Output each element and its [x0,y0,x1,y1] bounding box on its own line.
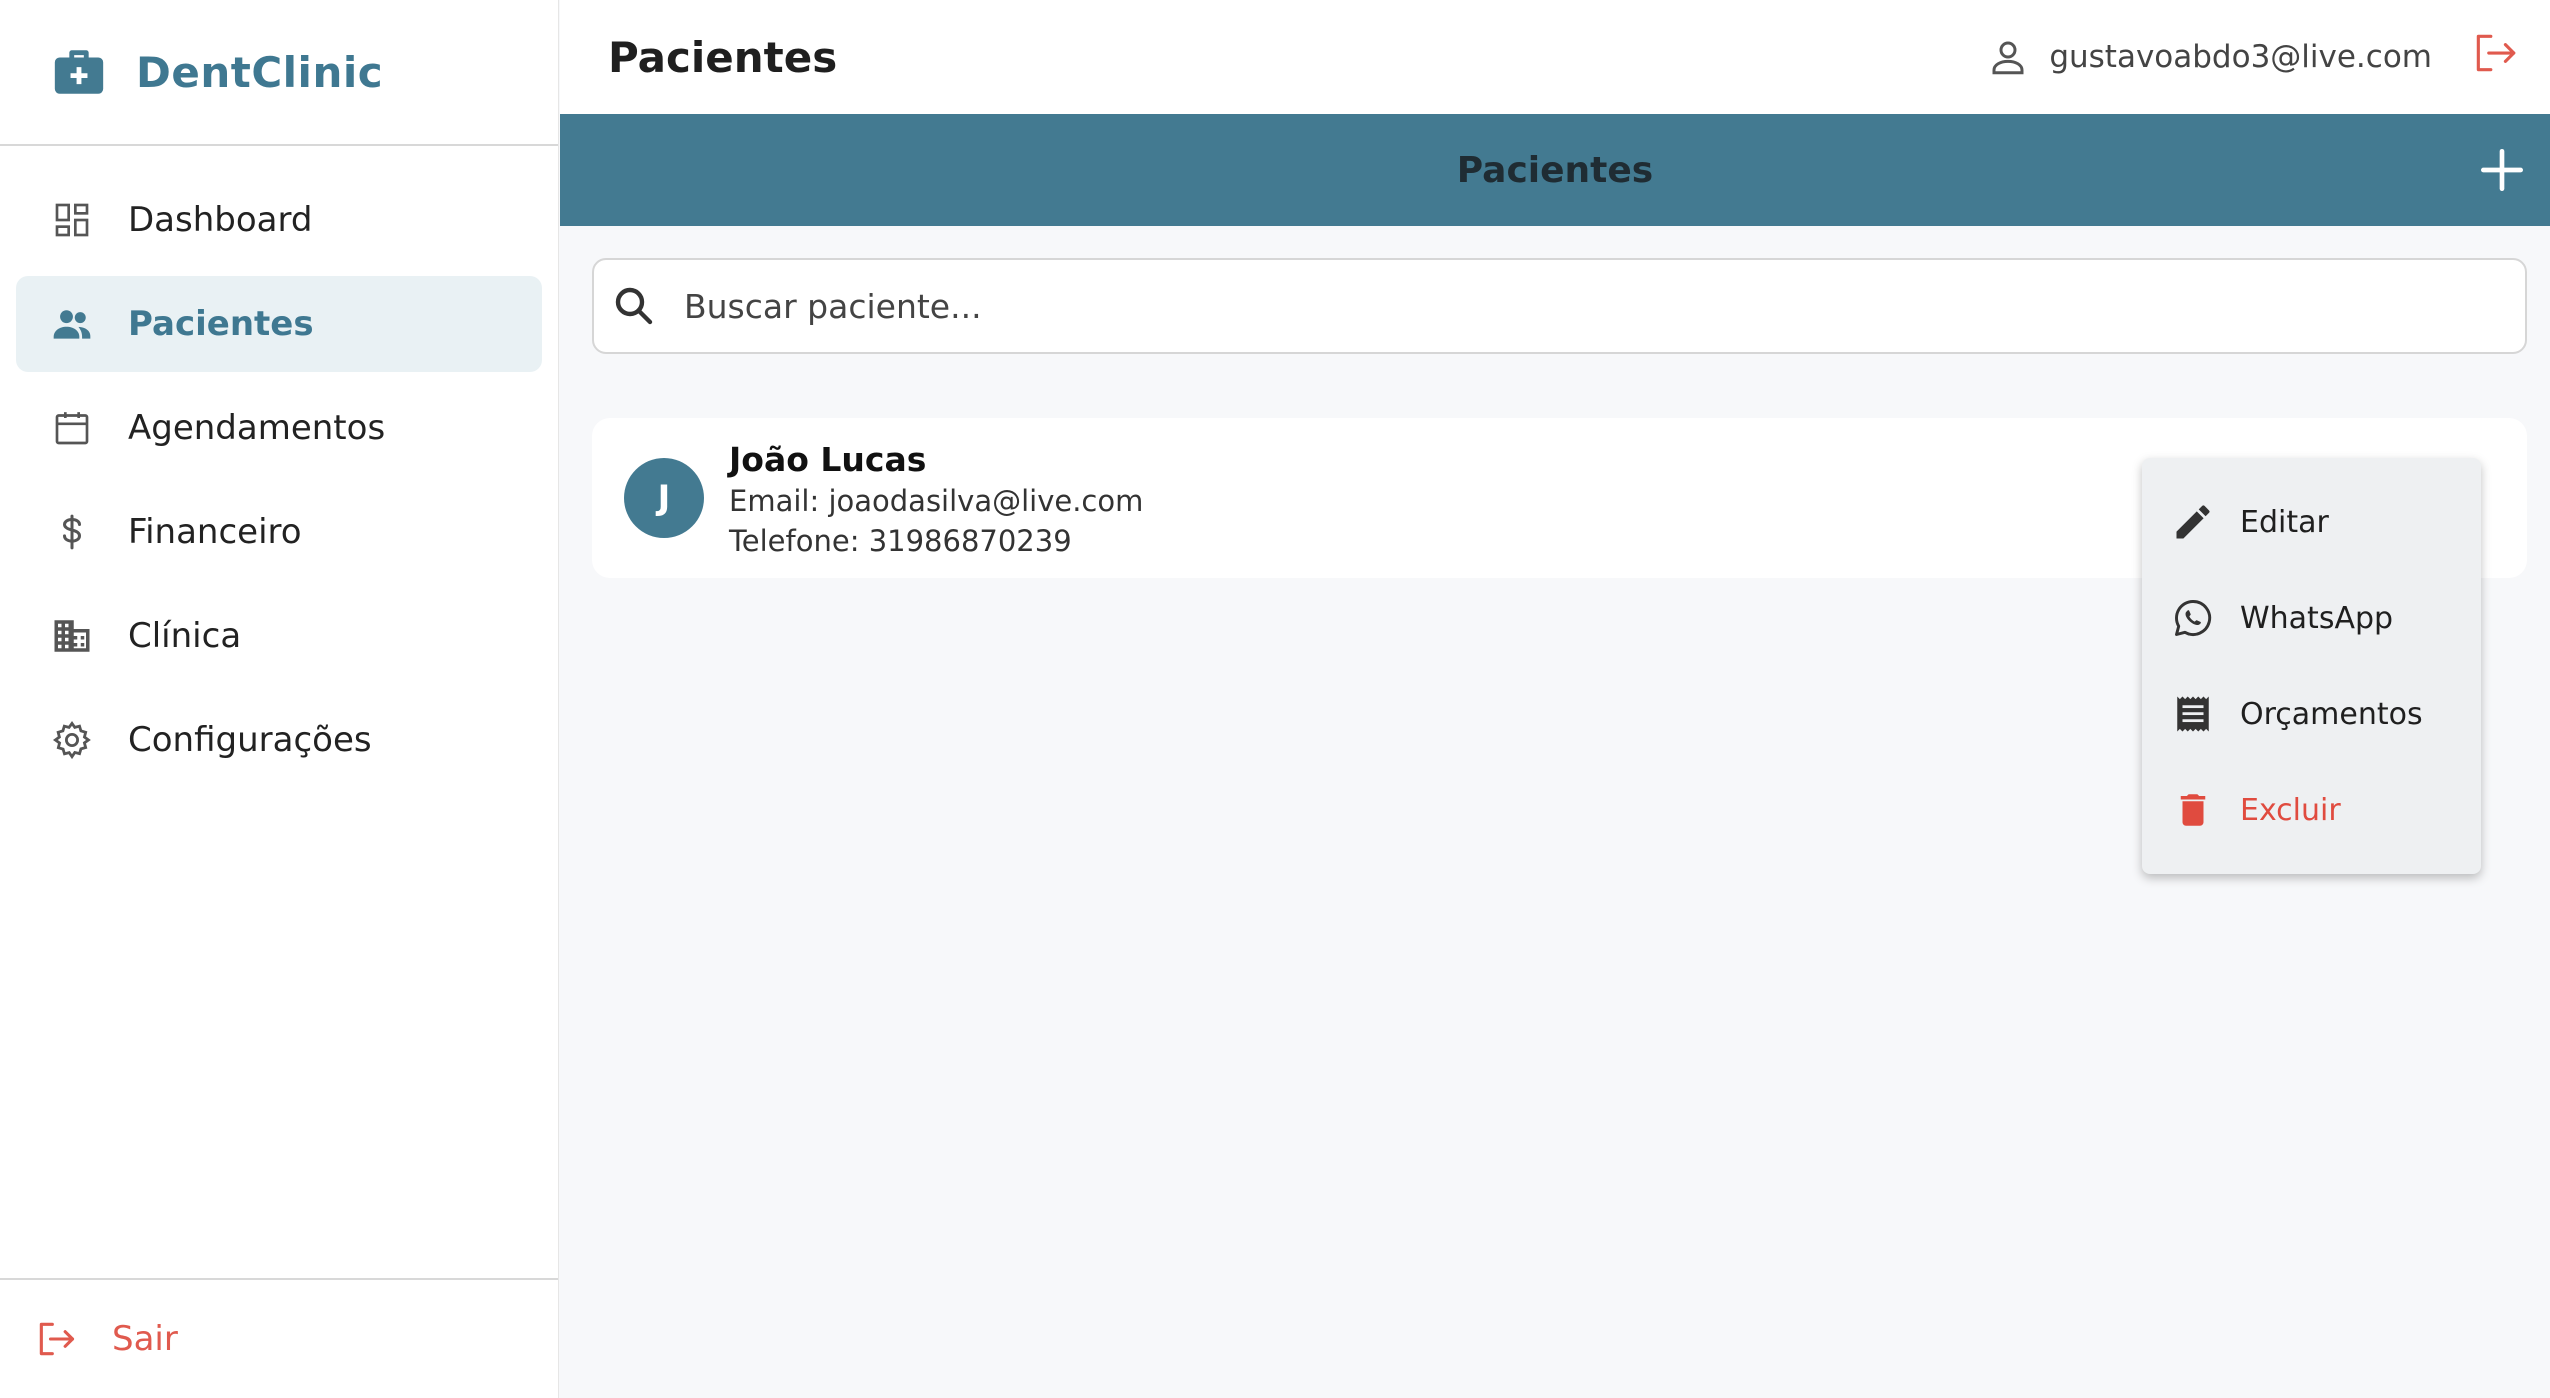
search-input[interactable] [682,285,2525,327]
logout-icon [39,1322,75,1356]
sidebar-item-agendamentos[interactable]: Agendamentos [16,380,542,476]
gear-icon [50,718,94,762]
patient-actions-menu: Editar WhatsApp Orçamentos Excluir [2142,458,2481,874]
sidebar-item-clinica[interactable]: Clínica [16,588,542,684]
search-icon [615,287,653,325]
user-icon [1992,41,2024,75]
page-title: Pacientes [608,32,838,82]
menu-item-whatsapp[interactable]: WhatsApp [2142,570,2481,666]
section-title: Pacientes [1456,149,1654,191]
sidebar-item-label: Configurações [128,720,372,760]
sidebar-nav: Dashboard Pacientes Agendamentos Finance… [0,146,558,788]
menu-item-editar[interactable]: Editar [2142,474,2481,570]
sidebar-item-configuracoes[interactable]: Configurações [16,692,542,788]
menu-item-orcamentos[interactable]: Orçamentos [2142,666,2481,762]
top-bar: Pacientes gustavoabdo3@live.com [560,0,2550,114]
sidebar-item-dashboard[interactable]: Dashboard [16,172,542,268]
logout-label: Sair [112,1319,178,1359]
sidebar: DentClinic Dashboard Pacientes Agendamen… [0,0,559,1398]
building-icon [50,614,94,658]
receipt-icon [2170,691,2216,737]
menu-item-excluir[interactable]: Excluir [2142,762,2481,858]
dashboard-icon [50,198,94,242]
sidebar-item-label: Financeiro [128,512,302,552]
patient-phone: Telefone: 31986870239 [729,524,1072,558]
sidebar-item-label: Clínica [128,616,242,656]
pencil-icon [2170,499,2216,545]
sidebar-item-label: Pacientes [128,304,314,344]
menu-item-label: Editar [2240,504,2329,540]
sidebar-item-label: Agendamentos [128,408,386,448]
menu-item-label: WhatsApp [2240,600,2394,636]
sidebar-item-pacientes[interactable]: Pacientes [16,276,542,372]
people-icon [50,302,94,346]
brand-name: DentClinic [136,47,384,97]
add-patient-button[interactable] [2474,142,2530,198]
medical-kit-icon [54,50,104,94]
dollar-icon [50,510,94,554]
whatsapp-icon [2170,595,2216,641]
logout-icon[interactable] [2470,28,2520,78]
search-box [592,258,2527,354]
sidebar-logout-button[interactable]: Sair [0,1278,558,1398]
patient-email: Email: joaodasilva@live.com [729,484,1144,518]
avatar: J [624,458,704,538]
patient-name: João Lucas [729,440,927,479]
sidebar-item-label: Dashboard [128,200,313,240]
menu-item-label: Excluir [2240,792,2341,828]
trash-icon [2170,787,2216,833]
brand[interactable]: DentClinic [0,0,558,146]
user-email: gustavoabdo3@live.com [2049,39,2432,75]
section-header: Pacientes [560,114,2550,226]
calendar-icon [50,406,94,450]
menu-item-label: Orçamentos [2240,696,2423,732]
user-account[interactable]: gustavoabdo3@live.com [1987,0,2432,114]
sidebar-item-financeiro[interactable]: Financeiro [16,484,542,580]
